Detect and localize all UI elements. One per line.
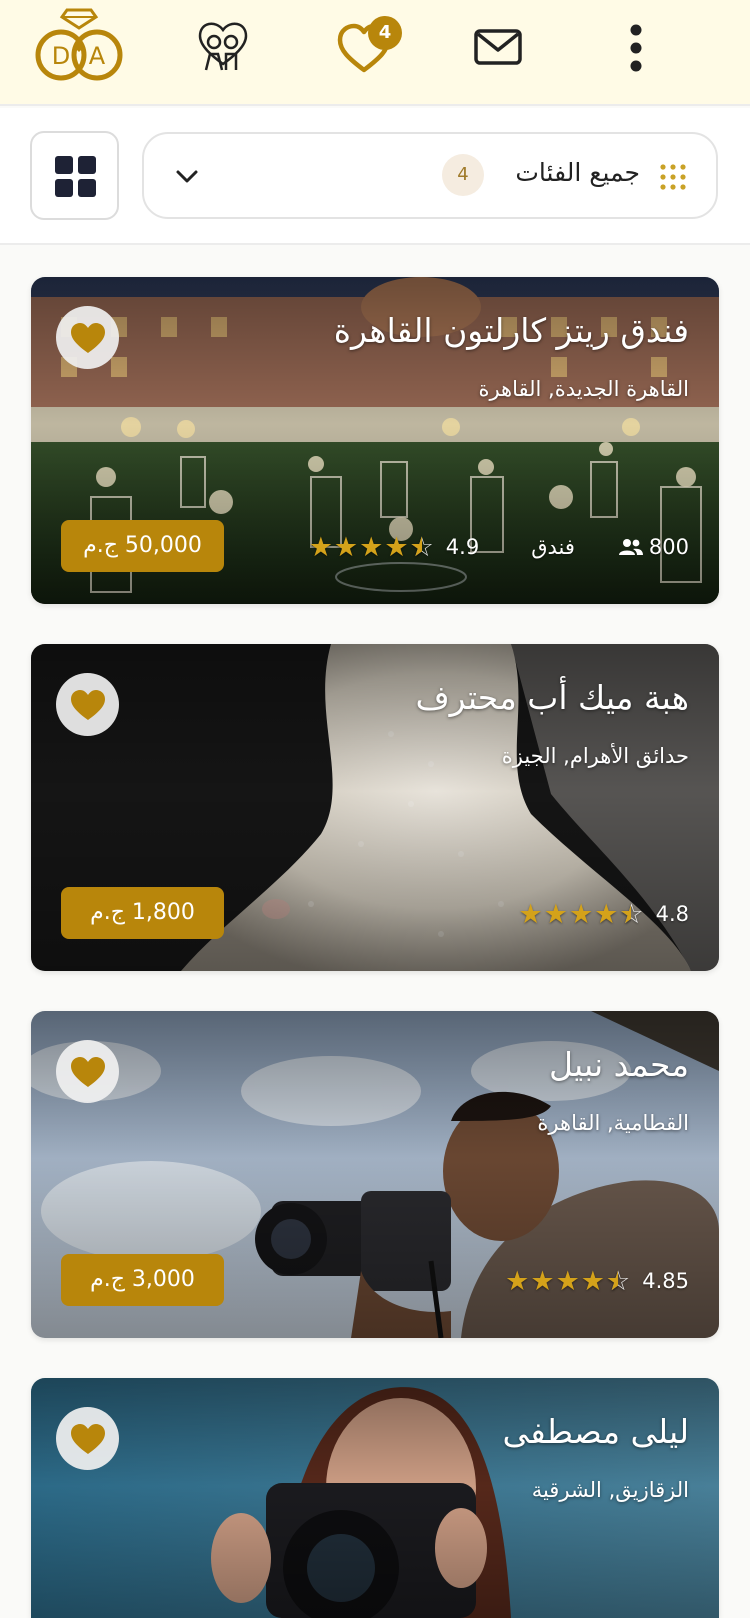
star-full-icon: ★: [580, 1265, 606, 1297]
star-full-icon: ★: [359, 531, 384, 563]
star-full-icon: ★: [555, 1265, 580, 1297]
listing-location: حدائق الأهرام, الجيزة: [501, 744, 689, 768]
star-full-icon: ★: [568, 898, 594, 930]
listing-meta: 4.85 ★★★★☆: [505, 1261, 689, 1301]
capacity-value: 800: [648, 535, 689, 559]
listing-card[interactable]: محمد نبيل القطامية, القاهرة 4.85 ★★★★☆ 3…: [31, 1011, 719, 1338]
top-app-bar: D A 4: [0, 0, 750, 106]
svg-text:A: A: [89, 42, 106, 70]
grid-view-button[interactable]: [30, 131, 119, 220]
favorite-button[interactable]: [56, 1040, 119, 1103]
listing-title: ليلى مصطفى: [502, 1412, 690, 1451]
category-select[interactable]: 4 جميع الفئات: [142, 132, 718, 219]
heart-filled-icon: [71, 323, 105, 353]
rating-value: 4.9: [445, 535, 480, 559]
rating-value: 4.85: [642, 1269, 689, 1293]
couple-icon[interactable]: [194, 18, 252, 76]
people-icon: [618, 539, 643, 555]
star-half-icon: ☆: [619, 901, 643, 928]
ring-logo-icon[interactable]: D A: [34, 4, 124, 86]
heart-filled-icon: [71, 1057, 105, 1087]
rating-stars: ★★★★☆: [505, 1268, 630, 1295]
heart-filled-icon: [71, 690, 105, 720]
rating-stars: ★★★★☆: [309, 534, 434, 561]
chevron-down-icon: [176, 170, 198, 183]
rating-value: 4.8: [655, 902, 689, 926]
star-half-icon: ☆: [606, 1268, 630, 1295]
star-half-icon: ☆: [410, 534, 434, 561]
heart-filled-icon: [71, 1424, 105, 1454]
favorites-count-badge: 4: [368, 16, 402, 50]
star-full-icon: ★: [518, 898, 543, 930]
star-full-icon: ★: [505, 1265, 530, 1297]
star-full-icon: ★: [333, 531, 359, 563]
listing-meta: 800 فندق 4.9 ★★★★☆: [309, 527, 689, 567]
listing-card[interactable]: فندق ريتز كارلتون القاهرة القاهرة الجديد…: [31, 277, 719, 604]
star-full-icon: ★: [530, 1265, 555, 1297]
category-count-badge: 4: [442, 154, 484, 196]
listing-location: القاهرة الجديدة, القاهرة: [478, 377, 689, 401]
filter-bar: 4 جميع الفئات: [0, 108, 750, 245]
favorite-button[interactable]: [56, 1407, 119, 1470]
listing-meta: 4.8 ★★★★☆: [519, 894, 690, 934]
price-tag: 1,800 ج.م: [61, 887, 224, 939]
listing-card[interactable]: ليلى مصطفى الزقازيق, الشرقية: [31, 1378, 719, 1618]
more-vertical-icon[interactable]: [616, 20, 656, 76]
listing-location: الزقازيق, الشرقية: [531, 1478, 689, 1502]
star-full-icon: ★: [543, 898, 568, 930]
grid-view-icon: [55, 156, 96, 197]
dots-grid-icon: [660, 164, 686, 190]
listing-title: هبة ميك أب محترف: [415, 678, 689, 717]
mail-icon[interactable]: [472, 22, 524, 72]
svg-text:D: D: [52, 42, 70, 70]
listing-title: محمد نبيل: [549, 1045, 689, 1084]
star-full-icon: ★: [384, 531, 409, 563]
price-tag: 50,000 ج.م: [61, 520, 224, 572]
listing-title: فندق ريتز كارلتون القاهرة: [333, 311, 689, 350]
listing-location: القطامية, القاهرة: [537, 1111, 689, 1135]
rating-stars: ★★★★☆: [519, 901, 644, 928]
listing-type: فندق: [531, 535, 575, 559]
favorite-button[interactable]: [56, 306, 119, 369]
favorite-button[interactable]: [56, 673, 119, 736]
star-full-icon: ★: [308, 531, 333, 563]
price-tag: 3,000 ج.م: [61, 1254, 224, 1306]
listing-card[interactable]: هبة ميك أب محترف حدائق الأهرام, الجيزة 4…: [31, 644, 719, 971]
capacity-info: 800: [618, 535, 689, 559]
star-full-icon: ★: [594, 898, 619, 930]
category-label: جميع الفئات: [515, 158, 640, 187]
